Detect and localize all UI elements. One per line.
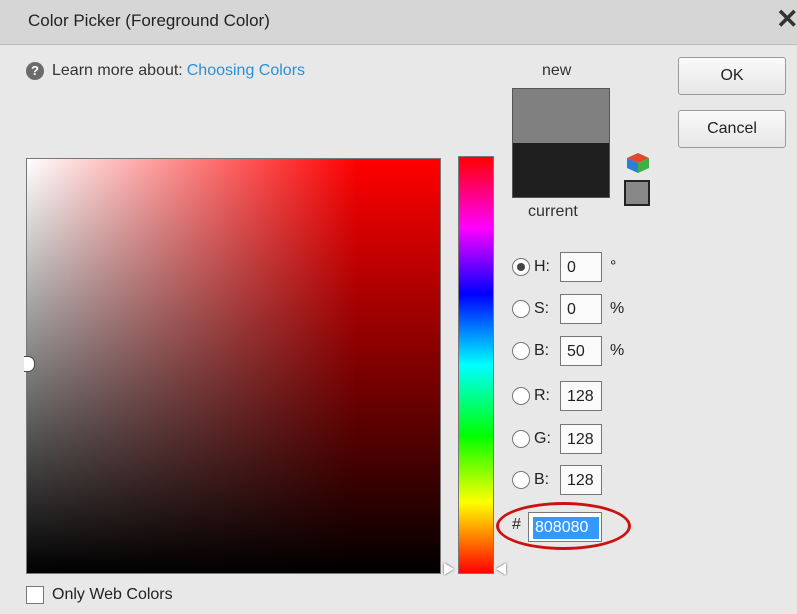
color-cube-icon[interactable] xyxy=(626,152,650,174)
brightness-label: B: xyxy=(534,342,550,359)
current-label: current xyxy=(528,203,578,220)
saturation-row: S: 0 % xyxy=(512,294,624,324)
saturation-unit: % xyxy=(610,300,625,317)
red-label: R: xyxy=(534,387,550,404)
hue-label: H: xyxy=(534,258,550,275)
blue-radio[interactable] xyxy=(512,471,530,489)
saturation-label: S: xyxy=(534,300,550,317)
web-colors-checkbox[interactable] xyxy=(26,586,44,604)
new-label: new xyxy=(542,62,572,79)
brightness-input[interactable]: 50 xyxy=(560,336,602,366)
green-row: G: 128 xyxy=(512,424,602,454)
web-safe-swatch-icon[interactable] xyxy=(624,180,650,206)
hue-input[interactable]: 0 xyxy=(560,252,602,282)
help-row: ? Learn more about: Choosing Colors xyxy=(26,62,305,80)
new-color-swatch xyxy=(513,89,609,143)
red-row: R: 128 xyxy=(512,381,602,411)
blue-input[interactable]: 128 xyxy=(560,465,602,495)
hue-slider[interactable] xyxy=(458,156,494,574)
hue-slider-handle-left[interactable] xyxy=(444,563,454,575)
close-icon[interactable]: ✕ xyxy=(776,6,797,33)
saturation-input[interactable]: 0 xyxy=(560,294,602,324)
help-prefix: Learn more about: xyxy=(52,62,183,79)
saturation-brightness-field[interactable] xyxy=(26,158,441,574)
current-color-swatch[interactable] xyxy=(513,143,609,197)
cancel-button[interactable]: Cancel xyxy=(678,110,786,148)
color-picker-dialog: Color Picker (Foreground Color) ✕ ? Lear… xyxy=(0,0,797,614)
window-title: Color Picker (Foreground Color) xyxy=(28,11,270,30)
blue-label: B: xyxy=(534,471,550,488)
title-bar: Color Picker (Foreground Color) ✕ xyxy=(0,0,797,45)
brightness-unit: % xyxy=(610,342,625,359)
green-radio[interactable] xyxy=(512,430,530,448)
hue-unit: ° xyxy=(610,258,617,275)
annotation-circle xyxy=(496,502,631,550)
ok-button[interactable]: OK xyxy=(678,57,786,95)
brightness-row: B: 50 % xyxy=(512,336,624,366)
hue-radio[interactable] xyxy=(512,258,530,276)
blue-row: B: 128 xyxy=(512,465,602,495)
brightness-radio[interactable] xyxy=(512,342,530,360)
red-input[interactable]: 128 xyxy=(560,381,602,411)
saturation-radio[interactable] xyxy=(512,300,530,318)
green-label: G: xyxy=(534,430,551,447)
web-colors-label: Only Web Colors xyxy=(52,586,173,603)
hue-slider-handle-right[interactable] xyxy=(496,563,506,575)
green-input[interactable]: 128 xyxy=(560,424,602,454)
help-icon[interactable]: ? xyxy=(26,62,44,80)
web-colors-option[interactable]: Only Web Colors xyxy=(26,586,173,604)
choosing-colors-link[interactable]: Choosing Colors xyxy=(187,62,305,80)
hue-row: H: 0 ° xyxy=(512,252,616,282)
color-swatch xyxy=(512,88,610,198)
red-radio[interactable] xyxy=(512,387,530,405)
